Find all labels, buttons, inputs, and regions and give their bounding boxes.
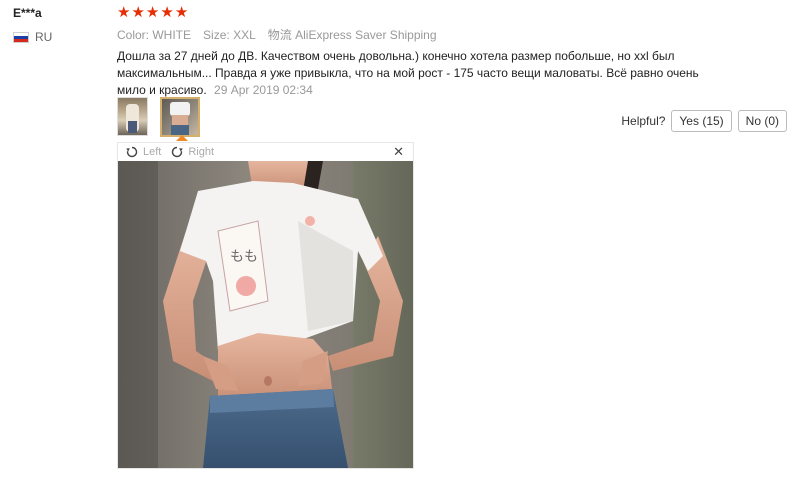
photo-viewer: Left Right ✕ もも bbox=[117, 142, 414, 469]
size-meta: Size: XXL bbox=[203, 27, 256, 43]
thumbnail-image bbox=[118, 98, 147, 135]
star-icon: ★ bbox=[131, 4, 145, 21]
shipping-label: 物流 bbox=[267, 28, 292, 42]
russia-flag-icon bbox=[13, 31, 29, 43]
photo-thumbnail[interactable] bbox=[117, 97, 148, 136]
rating-stars: ★ ★ ★ ★ ★ bbox=[117, 4, 787, 22]
photo-thumbnails bbox=[117, 97, 200, 137]
viewer-toolbar: Left Right ✕ bbox=[118, 143, 413, 161]
star-icon: ★ bbox=[117, 4, 131, 21]
helpful-yes-button[interactable]: Yes (15) bbox=[671, 110, 732, 132]
star-icon: ★ bbox=[145, 4, 160, 21]
reviewer-country: RU bbox=[13, 30, 103, 44]
rotate-right-icon bbox=[172, 146, 184, 158]
helpful-label: Helpful? bbox=[621, 114, 666, 128]
country-code: RU bbox=[35, 30, 53, 44]
photo-thumbnail-active[interactable] bbox=[160, 97, 200, 137]
rotate-right-label: Right bbox=[188, 146, 215, 158]
rotate-left-label: Left bbox=[143, 146, 162, 158]
star-icon: ★ bbox=[160, 4, 174, 21]
reviewer-info: E***a RU bbox=[13, 6, 103, 44]
thumbnail-image bbox=[162, 99, 198, 135]
rotate-right-button[interactable]: Right bbox=[171, 146, 214, 158]
svg-text:もも: もも bbox=[230, 249, 258, 265]
close-icon[interactable]: ✕ bbox=[393, 145, 404, 159]
review-photo: もも bbox=[118, 161, 413, 468]
helpful-section: Helpful? Yes (15) No (0) bbox=[621, 110, 787, 132]
order-meta: Color: WHITE Size: XXL 物流 AliExpress Sav… bbox=[117, 27, 787, 43]
shipping-meta: 物流 AliExpress Saver Shipping bbox=[268, 27, 437, 43]
review-text: Дошла за 27 дней до ДВ. Качеством очень … bbox=[117, 48, 717, 99]
shipping-value: AliExpress Saver Shipping bbox=[295, 28, 437, 42]
review-page: E***a RU ★ ★ ★ ★ ★ Color: WHITE Size: XX… bbox=[0, 0, 800, 481]
review-date: 29 Apr 2019 02:34 bbox=[214, 83, 313, 97]
helpful-no-button[interactable]: No (0) bbox=[737, 110, 787, 132]
reviewer-name: E***a bbox=[13, 6, 42, 20]
color-value: WHITE bbox=[152, 28, 192, 42]
rotate-left-icon bbox=[126, 146, 138, 158]
color-meta: Color: WHITE bbox=[117, 27, 191, 43]
review-photo-image: もも bbox=[118, 161, 413, 468]
size-label: Size: bbox=[203, 28, 230, 42]
review-text-body: Дошла за 27 дней до ДВ. Качеством очень … bbox=[117, 49, 699, 97]
active-thumbnail-pointer bbox=[176, 135, 188, 141]
color-label: Color: bbox=[117, 28, 150, 42]
star-icon: ★ bbox=[174, 4, 189, 21]
rotate-left-button[interactable]: Left bbox=[126, 146, 161, 158]
review-body: ★ ★ ★ ★ ★ Color: WHITE Size: XXL 物流 AliE… bbox=[117, 4, 787, 99]
size-value: XXL bbox=[233, 28, 256, 42]
